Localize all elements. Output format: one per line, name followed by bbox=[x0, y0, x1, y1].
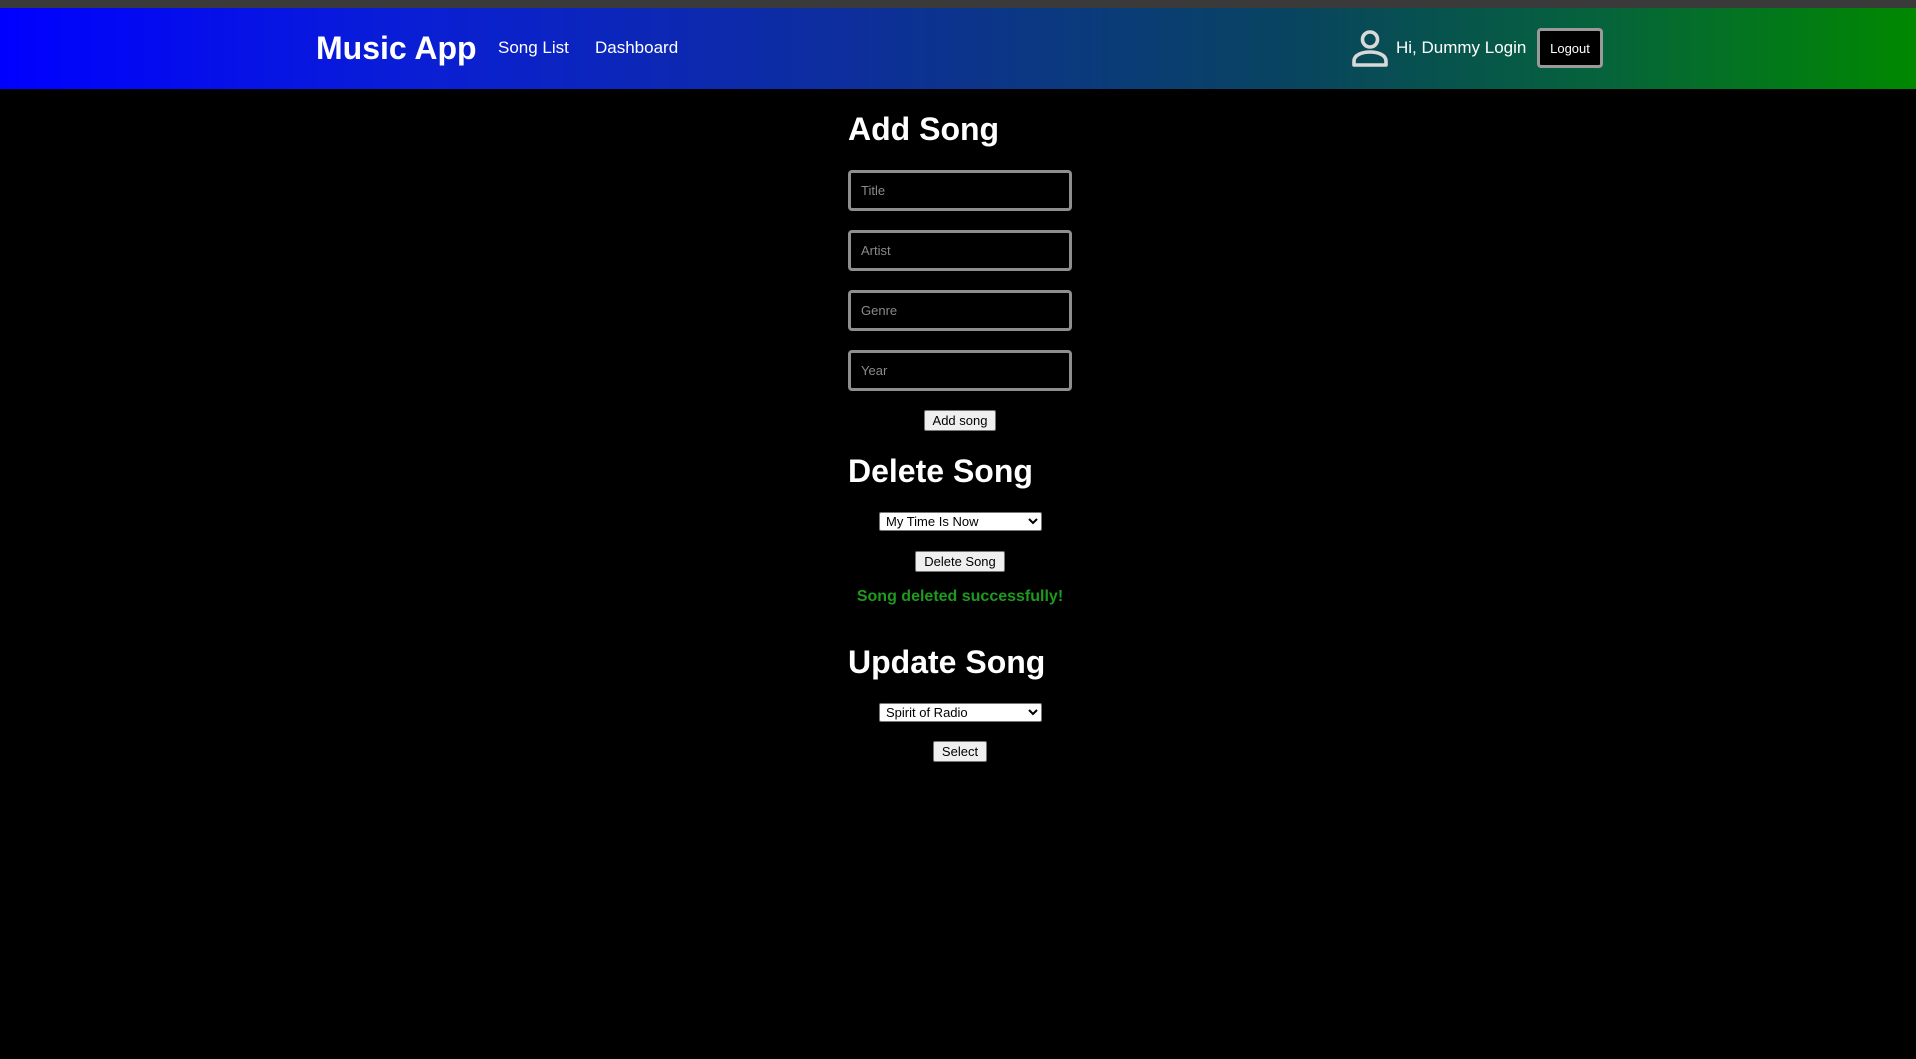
artist-input[interactable] bbox=[848, 230, 1072, 271]
add-song-button[interactable]: Add song bbox=[924, 410, 996, 431]
logout-button[interactable]: Logout bbox=[1537, 28, 1603, 68]
delete-song-button[interactable]: Delete Song bbox=[915, 551, 1005, 572]
user-icon bbox=[1352, 30, 1388, 67]
nav-link-song-list[interactable]: Song List bbox=[498, 37, 569, 59]
user-greeting: Hi, Dummy Login bbox=[1396, 38, 1527, 57]
genre-input[interactable] bbox=[848, 290, 1072, 331]
add-song-heading: Add Song bbox=[848, 111, 1000, 147]
navbar: Music App Song List Dashboard Hi, Dummy … bbox=[0, 8, 1916, 89]
delete-song-select[interactable]: My Time Is Now bbox=[879, 512, 1042, 531]
select-song-button[interactable]: Select bbox=[933, 741, 987, 762]
delete-status-message: Song deleted successfully! bbox=[856, 588, 1064, 605]
title-input[interactable] bbox=[848, 170, 1072, 211]
update-song-select[interactable]: Spirit of Radio bbox=[879, 703, 1042, 722]
browser-top-strip bbox=[0, 0, 1916, 8]
brand-logo[interactable]: Music App bbox=[316, 28, 477, 68]
year-input[interactable] bbox=[848, 350, 1072, 391]
nav-link-dashboard[interactable]: Dashboard bbox=[595, 37, 678, 59]
delete-song-heading: Delete Song bbox=[848, 453, 1033, 489]
update-song-heading: Update Song bbox=[848, 644, 1046, 680]
